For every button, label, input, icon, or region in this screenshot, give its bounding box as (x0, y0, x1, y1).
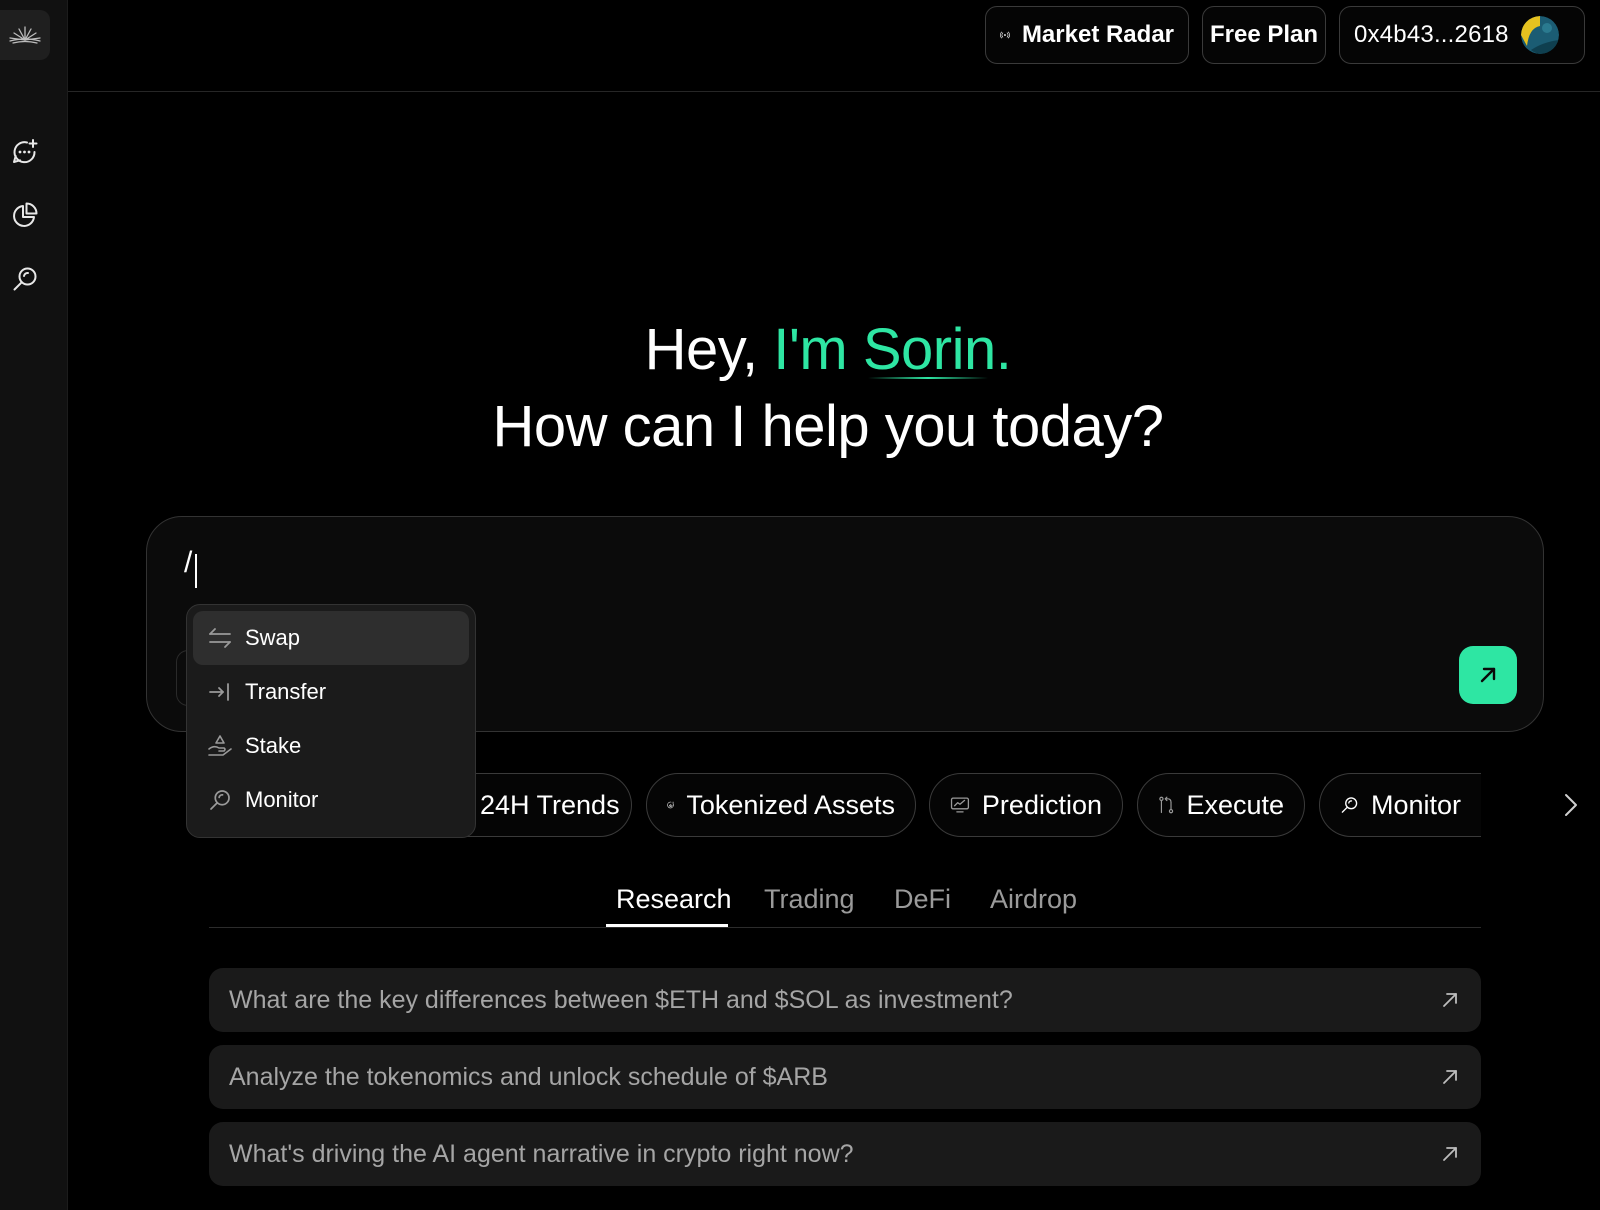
portfolio-button[interactable] (8, 198, 42, 232)
text-caret (195, 554, 197, 588)
hero-question: How can I help you today? (492, 394, 1164, 459)
free-plan-label: Free Plan (1209, 21, 1319, 48)
chip-label: Execute (1186, 789, 1284, 820)
command-item-label: Transfer (245, 679, 327, 704)
arrow-up-right-icon (1443, 1147, 1457, 1161)
chip-prediction[interactable]: Prediction (929, 773, 1123, 837)
send-button[interactable] (1459, 646, 1517, 704)
command-item-transfer[interactable]: Transfer (193, 665, 469, 719)
hero-greeting: Hey, I'm Sorin. (0, 315, 1600, 385)
arrow-up-right-icon (1443, 993, 1457, 1007)
stake-icon (207, 733, 233, 759)
transfer-icon (207, 679, 233, 705)
chip-execute[interactable]: Execute (1137, 773, 1305, 837)
tab-defi[interactable]: DeFi (894, 884, 951, 915)
command-item-label: Stake (245, 733, 302, 758)
command-item-label: Swap (245, 625, 301, 650)
sunburst-logo-icon (9, 26, 41, 44)
tokenized-assets-icon (667, 801, 675, 809)
header-divider (68, 91, 1600, 92)
sidebar (0, 0, 68, 1210)
suggestion-text: What are the key differences between $ET… (229, 985, 1013, 1014)
command-item-label: Monitor (245, 787, 319, 812)
monitor-icon (207, 787, 233, 813)
pie-chart-icon (13, 202, 38, 227)
tabs-divider (209, 927, 1481, 928)
command-item-swap[interactable]: Swap (193, 611, 469, 665)
new-chat-icon (13, 139, 38, 164)
arrow-up-right-icon (1480, 667, 1496, 683)
chip-label: Tokenized Assets (686, 789, 895, 820)
greeting-prefix: Hey, (644, 317, 774, 382)
market-radar-button[interactable]: Market Radar (985, 6, 1189, 64)
suggestion-item[interactable]: Analyze the tokenomics and unlock schedu… (209, 1045, 1481, 1109)
chip-label: Monitor (1370, 789, 1461, 820)
arrow-up-right-icon (1443, 1070, 1457, 1084)
command-item-monitor[interactable]: Monitor (193, 773, 469, 827)
command-menu: Swap Transfer Stake Monitor (186, 604, 476, 838)
suggestion-text: Analyze the tokenomics and unlock schedu… (229, 1062, 828, 1091)
search-icon (1341, 797, 1358, 813)
wallet-address: 0x4b43...2618 (1354, 21, 1509, 48)
search-icon (13, 267, 37, 291)
wallet-avatar (1520, 16, 1559, 54)
tab-research[interactable]: Research (616, 884, 732, 915)
chip-label: 24H Trends (480, 789, 620, 820)
suggestion-item[interactable]: What's driving the AI agent narrative in… (209, 1122, 1481, 1186)
suggestion-item[interactable]: What are the key differences between $ET… (209, 968, 1481, 1032)
chips-scroll-right[interactable] (1556, 788, 1586, 822)
swap-icon (207, 625, 233, 651)
prediction-icon (950, 797, 970, 813)
tab-airdrop[interactable]: Airdrop (990, 884, 1077, 915)
market-radar-label: Market Radar (1021, 21, 1174, 48)
name-underline (868, 377, 988, 379)
wallet-button[interactable]: 0x4b43...2618 (1339, 6, 1585, 64)
broadcast-icon (1000, 31, 1010, 39)
chip-tokenized-assets[interactable]: Tokenized Assets (646, 773, 916, 837)
free-plan-button[interactable]: Free Plan (1202, 6, 1326, 64)
chip-label: Prediction (981, 789, 1102, 820)
execute-icon (1159, 796, 1174, 814)
tab-trading[interactable]: Trading (764, 884, 855, 915)
chip-monitor[interactable]: Monitor (1319, 773, 1481, 837)
chevron-right-icon (1565, 794, 1577, 816)
new-chat-button[interactable] (8, 135, 42, 169)
chat-input-value[interactable]: / (184, 546, 192, 580)
active-tab-indicator (606, 924, 728, 927)
assistant-name: I'm Sorin. (773, 317, 1012, 382)
search-button[interactable] (8, 262, 42, 296)
command-item-stake[interactable]: Stake (193, 719, 469, 773)
logo-button[interactable] (0, 10, 50, 60)
suggestion-text: What's driving the AI agent narrative in… (229, 1139, 854, 1168)
